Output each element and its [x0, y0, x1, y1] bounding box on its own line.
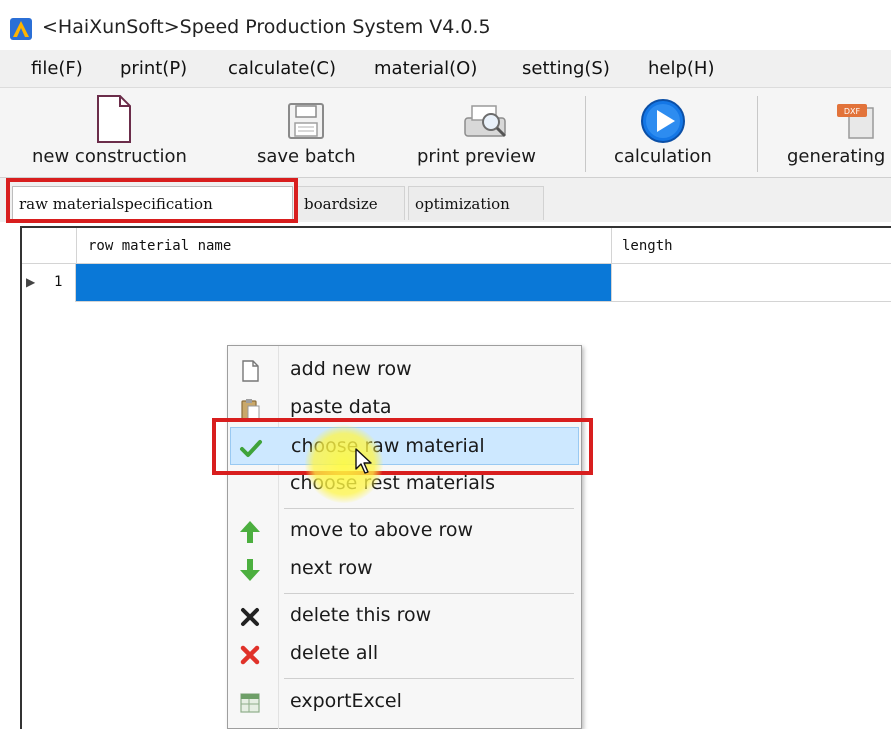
calculation-button[interactable]: calculation — [612, 88, 732, 178]
cell-material-name[interactable] — [76, 264, 611, 301]
save-batch-button[interactable]: save batch — [255, 88, 375, 178]
generating-button[interactable]: DXF generating — [785, 88, 891, 178]
menu-item-label: delete this row — [290, 604, 432, 626]
toolbar-label: save batch — [257, 146, 356, 167]
column-header-length[interactable]: length — [622, 238, 673, 254]
print-preview-icon — [464, 105, 507, 138]
annotation-highlight-box — [212, 418, 593, 475]
cell-length[interactable] — [611, 264, 891, 301]
print-preview-button[interactable]: print preview — [417, 88, 557, 178]
column-separator — [611, 228, 612, 264]
window-title: <HaiXunSoft>Speed Production System V4.0… — [42, 16, 491, 38]
menu-item-label: delete all — [290, 642, 379, 664]
dxf-file-icon: DXF — [837, 104, 874, 139]
new-document-icon — [97, 95, 131, 143]
menu-calculate[interactable]: calculate(C) — [228, 58, 336, 79]
menu-item-label: next row — [290, 557, 373, 579]
menu-item-label: choose rest materials — [290, 472, 496, 494]
menu-item-delete-all[interactable]: delete all — [230, 635, 579, 673]
menu-print[interactable]: print(P) — [120, 58, 187, 79]
menu-separator — [284, 678, 574, 679]
title-bar: <HaiXunSoft>Speed Production System V4.0… — [0, 0, 891, 42]
toolbar-separator — [757, 96, 758, 172]
menu-item-label: add new row — [290, 358, 412, 380]
x-red-icon — [240, 645, 260, 665]
x-black-icon — [241, 608, 259, 626]
menu-setting[interactable]: setting(S) — [522, 58, 610, 79]
save-disk-icon — [288, 103, 324, 139]
toolbar-label: generating — [787, 146, 886, 167]
menu-file[interactable]: file(F) — [31, 58, 83, 79]
menu-bar: file(F) print(P) calculate(C) material(O… — [0, 50, 891, 88]
menu-material[interactable]: material(O) — [374, 58, 477, 79]
menu-separator — [284, 593, 574, 594]
menu-item-add-new-row[interactable]: add new row — [230, 351, 579, 389]
menu-item-export-excel[interactable]: exportExcel — [230, 683, 579, 721]
new-construction-button[interactable]: new construction — [28, 88, 208, 178]
row-header[interactable]: ▶ 1 — [22, 264, 76, 302]
tab-boardsize[interactable]: boardsize — [297, 186, 405, 220]
excel-icon — [240, 693, 260, 713]
toolbar: new construction save batch print previe… — [0, 88, 891, 178]
play-circle-icon — [641, 99, 685, 143]
arrow-up-icon — [240, 521, 260, 543]
toolbar-label: calculation — [614, 146, 712, 167]
toolbar-label: print preview — [417, 146, 536, 167]
tab-optimization[interactable]: optimization — [408, 186, 544, 220]
menu-item-delete-this-row[interactable]: delete this row — [230, 597, 579, 635]
toolbar-label: new construction — [32, 146, 187, 167]
menu-separator — [284, 508, 574, 509]
menu-item-label: exportExcel — [290, 690, 402, 712]
menu-item-label: move to above row — [290, 519, 474, 541]
context-menu: add new row paste data choose raw materi… — [227, 345, 582, 729]
menu-item-next-row[interactable]: next row — [230, 550, 579, 588]
table-row[interactable]: ▶ 1 — [22, 264, 891, 302]
app-logo-icon — [10, 18, 32, 40]
column-separator — [76, 228, 77, 264]
arrow-down-icon — [240, 559, 260, 581]
annotation-highlight-box — [6, 178, 298, 223]
current-row-arrow-icon: ▶ — [26, 275, 36, 289]
menu-item-move-to-above-row[interactable]: move to above row — [230, 512, 579, 550]
menu-item-label: paste data — [290, 396, 392, 418]
dxf-badge-text: DXF — [844, 107, 861, 116]
grid-header: row material name length — [22, 228, 891, 264]
column-header-name[interactable]: row material name — [88, 238, 231, 254]
blank-page-icon — [242, 360, 259, 382]
row-number: 1 — [54, 274, 63, 290]
menu-help[interactable]: help(H) — [648, 58, 715, 79]
toolbar-separator — [585, 96, 586, 172]
